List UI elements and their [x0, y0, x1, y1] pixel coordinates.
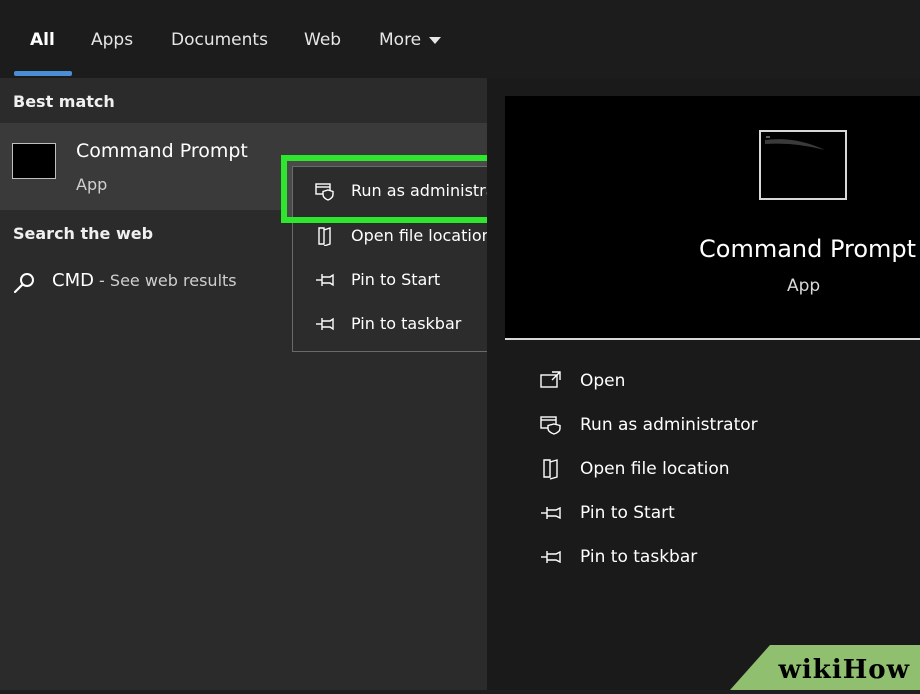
- tab-more-label: More: [379, 30, 422, 50]
- open-icon: [540, 371, 561, 388]
- tab-more[interactable]: More: [379, 30, 442, 50]
- best-match-heading: Best match: [13, 92, 115, 111]
- pin-icon: [316, 317, 334, 331]
- command-prompt-icon: [12, 143, 56, 179]
- file-location-icon: [543, 459, 558, 480]
- pin-icon: [316, 273, 334, 287]
- action-open[interactable]: Open: [540, 364, 900, 398]
- action-pin-to-taskbar[interactable]: Pin to taskbar: [540, 540, 900, 574]
- web-result-subtitle: - See web results: [93, 271, 237, 290]
- web-result-text: CMD - See web results: [52, 270, 237, 291]
- action-open-file-location[interactable]: Open file location: [540, 452, 900, 486]
- search-icon: [13, 273, 34, 294]
- action-label: Pin to taskbar: [580, 547, 698, 567]
- context-menu-label: Pin to taskbar: [351, 314, 462, 333]
- wikihow-watermark: wikiHow: [730, 645, 920, 690]
- tab-web[interactable]: Web: [304, 30, 341, 50]
- divider: [505, 338, 920, 340]
- web-result-query: CMD: [52, 270, 94, 291]
- tab-all[interactable]: All: [30, 30, 55, 50]
- app-preview: [505, 96, 920, 338]
- action-label: Pin to Start: [580, 503, 675, 523]
- action-run-as-admin[interactable]: Run as administrator: [540, 408, 900, 442]
- chevron-down-icon: [429, 36, 442, 44]
- action-label: Open file location: [580, 459, 730, 479]
- context-menu-label: Pin to Start: [351, 270, 441, 289]
- command-prompt-icon: [759, 130, 847, 200]
- action-pin-to-start[interactable]: Pin to Start: [540, 496, 900, 530]
- context-menu-label: Open file location: [351, 226, 492, 245]
- watermark-text: wikiHow: [778, 655, 910, 685]
- preview-title: Command Prompt: [699, 235, 917, 263]
- action-label: Run as administrator: [580, 415, 758, 435]
- best-match-title: Command Prompt: [76, 140, 248, 162]
- shield-window-icon: [315, 183, 334, 201]
- pin-icon: [541, 506, 561, 520]
- action-label: Open: [580, 371, 626, 391]
- best-match-subtitle: App: [76, 175, 108, 194]
- file-location-icon: [318, 227, 331, 246]
- search-tab-bar: All Apps Documents Web More: [0, 0, 920, 78]
- pin-icon: [541, 550, 561, 564]
- active-tab-indicator: [14, 71, 72, 76]
- console-glare: [765, 136, 825, 150]
- tab-apps[interactable]: Apps: [91, 30, 133, 50]
- tab-documents[interactable]: Documents: [171, 30, 268, 50]
- preview-subtitle: App: [787, 276, 821, 296]
- search-web-heading: Search the web: [13, 224, 154, 243]
- shield-window-icon: [540, 416, 561, 435]
